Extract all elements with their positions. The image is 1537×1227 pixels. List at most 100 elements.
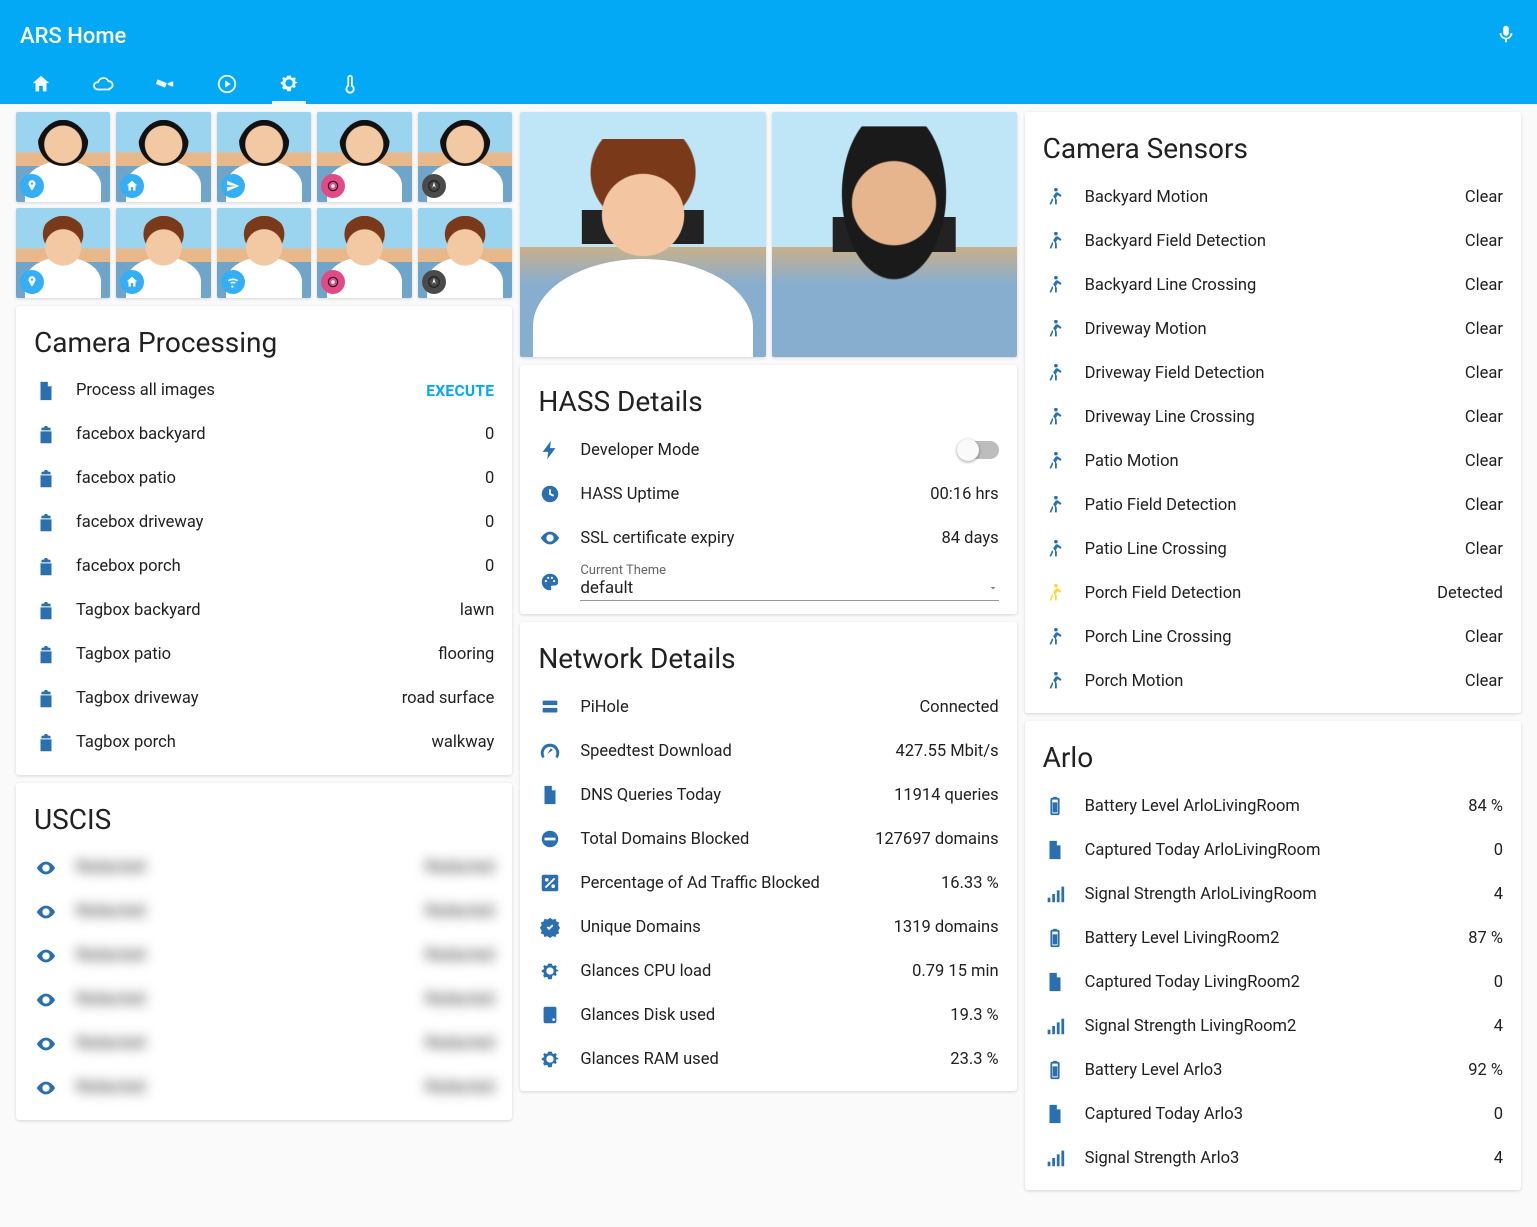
tab-thermo[interactable] — [334, 64, 368, 104]
list-item[interactable]: Percentage of Ad Traffic Blocked16.33 % — [538, 861, 998, 905]
walk-icon — [1043, 581, 1067, 605]
list-item[interactable]: Captured Today LivingRoom20 — [1043, 960, 1503, 1004]
person-thumb[interactable] — [217, 208, 311, 298]
wifi-icon — [221, 270, 245, 294]
list-item[interactable]: Tagbox drivewayroad surface — [34, 677, 494, 721]
list-item[interactable]: Driveway Field DetectionClear — [1043, 351, 1503, 395]
list-item[interactable]: RedactedRedacted — [34, 934, 494, 978]
list-item[interactable]: Captured Today ArloLivingRoom0 — [1043, 828, 1503, 872]
list-item[interactable]: facebox backyard0 — [34, 413, 494, 457]
person-thumb[interactable] — [16, 208, 110, 298]
tab-settings[interactable] — [272, 64, 306, 104]
arlo-card: Arlo Battery Level ArloLivingRoom84 %Cap… — [1025, 721, 1521, 1190]
list-item[interactable]: Battery Level Arlo392 % — [1043, 1048, 1503, 1092]
list-item[interactable]: Tagbox porchwalkway — [34, 721, 494, 765]
disk-icon — [538, 1003, 562, 1027]
list-item[interactable]: Tagbox backyardlawn — [34, 589, 494, 633]
person-thumb[interactable] — [317, 208, 411, 298]
list-item[interactable]: RedactedRedacted — [34, 978, 494, 1022]
list-item[interactable]: Speedtest Download427.55 Mbit/s — [538, 729, 998, 773]
list-item[interactable]: Battery Level LivingRoom287 % — [1043, 916, 1503, 960]
item-value: 0 — [485, 513, 494, 532]
list-item[interactable]: Battery Level ArloLivingRoom84 % — [1043, 784, 1503, 828]
file-icon — [1043, 970, 1067, 994]
list-item[interactable]: Patio MotionClear — [1043, 439, 1503, 483]
tab-play[interactable] — [210, 64, 244, 104]
list-item[interactable]: Glances RAM used23.3 % — [538, 1037, 998, 1081]
person-thumb[interactable] — [16, 112, 110, 202]
list-item[interactable]: Unique Domains1319 domains — [538, 905, 998, 949]
person-large-2[interactable] — [772, 112, 1017, 357]
signal-icon — [1043, 1014, 1067, 1038]
list-item[interactable]: DNS Queries Today11914 queries — [538, 773, 998, 817]
person-thumb[interactable] — [418, 112, 512, 202]
list-item[interactable]: Glances CPU load0.79 15 min — [538, 949, 998, 993]
list-item[interactable]: Porch MotionClear — [1043, 659, 1503, 703]
item-value: 4 — [1494, 1017, 1503, 1036]
clip-icon — [34, 467, 58, 491]
block-icon — [538, 827, 562, 851]
item-value: Clear — [1465, 188, 1503, 207]
person-large-1[interactable] — [520, 112, 765, 357]
person-tracker-thumbs — [16, 112, 512, 298]
card-title: USCIS — [34, 803, 494, 836]
list-item[interactable]: Process all imagesEXECUTE — [34, 369, 494, 413]
list-item[interactable]: facebox driveway0 — [34, 501, 494, 545]
list-item[interactable]: Signal Strength Arlo34 — [1043, 1136, 1503, 1180]
item-label: Captured Today LivingRoom2 — [1085, 973, 1476, 992]
list-item[interactable]: Signal Strength ArloLivingRoom4 — [1043, 872, 1503, 916]
item-value: 92 % — [1468, 1061, 1503, 1080]
list-item[interactable]: Patio Field DetectionClear — [1043, 483, 1503, 527]
hass-details-card: HASS Details Developer Mode HASS Uptime … — [520, 365, 1016, 614]
list-item[interactable]: Driveway Line CrossingClear — [1043, 395, 1503, 439]
list-item[interactable]: Signal Strength LivingRoom24 — [1043, 1004, 1503, 1048]
list-item[interactable]: Glances Disk used19.3 % — [538, 993, 998, 1037]
list-item[interactable]: PiHoleConnected — [538, 685, 998, 729]
item-label: DNS Queries Today — [580, 786, 876, 805]
list-item[interactable]: RedactedRedacted — [34, 1022, 494, 1066]
list-item[interactable]: Porch Field DetectionDetected — [1043, 571, 1503, 615]
item-label: Patio Field Detection — [1085, 496, 1447, 515]
list-item[interactable]: RedactedRedacted — [34, 846, 494, 890]
list-item[interactable]: facebox porch0 — [34, 545, 494, 589]
tab-home[interactable] — [24, 64, 58, 104]
list-item[interactable]: Driveway MotionClear — [1043, 307, 1503, 351]
list-item[interactable]: Backyard MotionClear — [1043, 175, 1503, 219]
person-thumb[interactable] — [317, 112, 411, 202]
theme-select[interactable]: Current Theme default — [580, 563, 998, 601]
list-item[interactable]: Tagbox patioflooring — [34, 633, 494, 677]
walk-icon — [1043, 361, 1067, 385]
tab-camera[interactable] — [148, 64, 182, 104]
clip-icon — [34, 599, 58, 623]
list-item[interactable]: Backyard Line CrossingClear — [1043, 263, 1503, 307]
item-label: Percentage of Ad Traffic Blocked — [580, 874, 923, 893]
item-value: Redacted — [425, 858, 494, 877]
list-item[interactable]: Patio Line CrossingClear — [1043, 527, 1503, 571]
person-thumb[interactable] — [116, 112, 210, 202]
list-item[interactable]: RedactedRedacted — [34, 890, 494, 934]
mic-button[interactable] — [1495, 23, 1517, 49]
list-item[interactable]: Porch Line CrossingClear — [1043, 615, 1503, 659]
item-label: Driveway Line Crossing — [1085, 408, 1447, 427]
list-item[interactable]: facebox patio0 — [34, 457, 494, 501]
tab-cloud[interactable] — [86, 64, 120, 104]
person-thumb[interactable] — [116, 208, 210, 298]
list-item[interactable]: Captured Today Arlo30 — [1043, 1092, 1503, 1136]
card-title: Arlo — [1043, 741, 1503, 774]
item-label: Tagbox driveway — [76, 689, 384, 708]
clip-icon — [34, 423, 58, 447]
execute-button[interactable]: EXECUTE — [426, 382, 494, 400]
cog-icon — [538, 1047, 562, 1071]
item-value: Clear — [1465, 628, 1503, 647]
item-value: lawn — [460, 601, 495, 620]
item-value: 0 — [485, 469, 494, 488]
list-item[interactable]: Total Domains Blocked127697 domains — [538, 817, 998, 861]
dev-mode-toggle[interactable] — [959, 441, 999, 459]
list-item[interactable]: RedactedRedacted — [34, 1066, 494, 1110]
person-thumb[interactable] — [418, 208, 512, 298]
item-value: Clear — [1465, 452, 1503, 471]
compass-icon — [422, 270, 446, 294]
item-label: Porch Field Detection — [1085, 584, 1420, 603]
list-item[interactable]: Backyard Field DetectionClear — [1043, 219, 1503, 263]
person-thumb[interactable] — [217, 112, 311, 202]
